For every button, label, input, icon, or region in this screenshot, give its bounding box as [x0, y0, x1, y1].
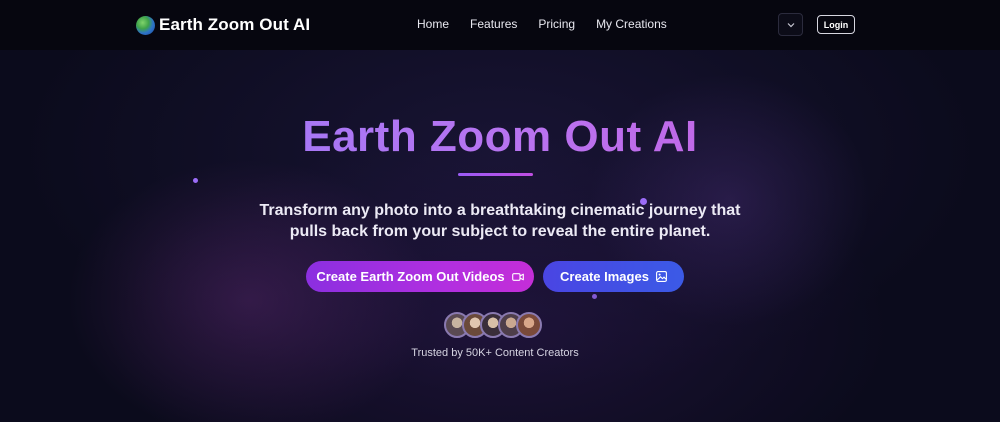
hero-title: Earth Zoom Out AI	[0, 112, 1000, 162]
nav-pricing[interactable]: Pricing	[538, 17, 575, 31]
video-camera-icon	[511, 272, 524, 281]
brand-name: Earth Zoom Out AI	[159, 15, 311, 34]
decorative-dot	[592, 294, 597, 299]
creator-avatars	[444, 312, 542, 338]
nav-features[interactable]: Features	[470, 17, 517, 31]
main-nav: Home Features Pricing My Creations	[417, 17, 667, 31]
create-images-label: Create Images	[560, 269, 649, 284]
decorative-dot	[640, 198, 647, 205]
hero-subtitle-line-2: pulls back from your subject to reveal t…	[289, 223, 711, 240]
top-navbar: Earth Zoom Out AI Home Features Pricing …	[0, 0, 1000, 50]
image-icon	[655, 271, 667, 282]
hero-subtitle: Transform any photo into a breathtaking …	[0, 200, 1000, 242]
hero-title-text: Earth Zoom Out AI	[302, 112, 698, 161]
login-button[interactable]: Login	[817, 15, 855, 34]
nav-home[interactable]: Home	[417, 17, 449, 31]
title-underline	[458, 173, 533, 176]
language-dropdown-button[interactable]	[778, 13, 803, 36]
trusted-by-text: Trusted by 50K+ Content Creators	[411, 347, 579, 359]
avatar	[516, 312, 542, 338]
create-videos-button[interactable]: Create Earth Zoom Out Videos	[306, 261, 534, 292]
create-videos-label: Create Earth Zoom Out Videos	[316, 269, 505, 284]
chevron-down-icon	[787, 22, 794, 27]
decorative-dot	[193, 178, 198, 183]
brand-logo[interactable]: Earth Zoom Out AI	[136, 14, 310, 36]
globe-icon	[136, 15, 155, 35]
create-images-button[interactable]: Create Images	[543, 261, 684, 292]
nav-my-creations[interactable]: My Creations	[596, 17, 667, 31]
hero-subtitle-line-1: Transform any photo into a breathtaking …	[259, 202, 741, 219]
